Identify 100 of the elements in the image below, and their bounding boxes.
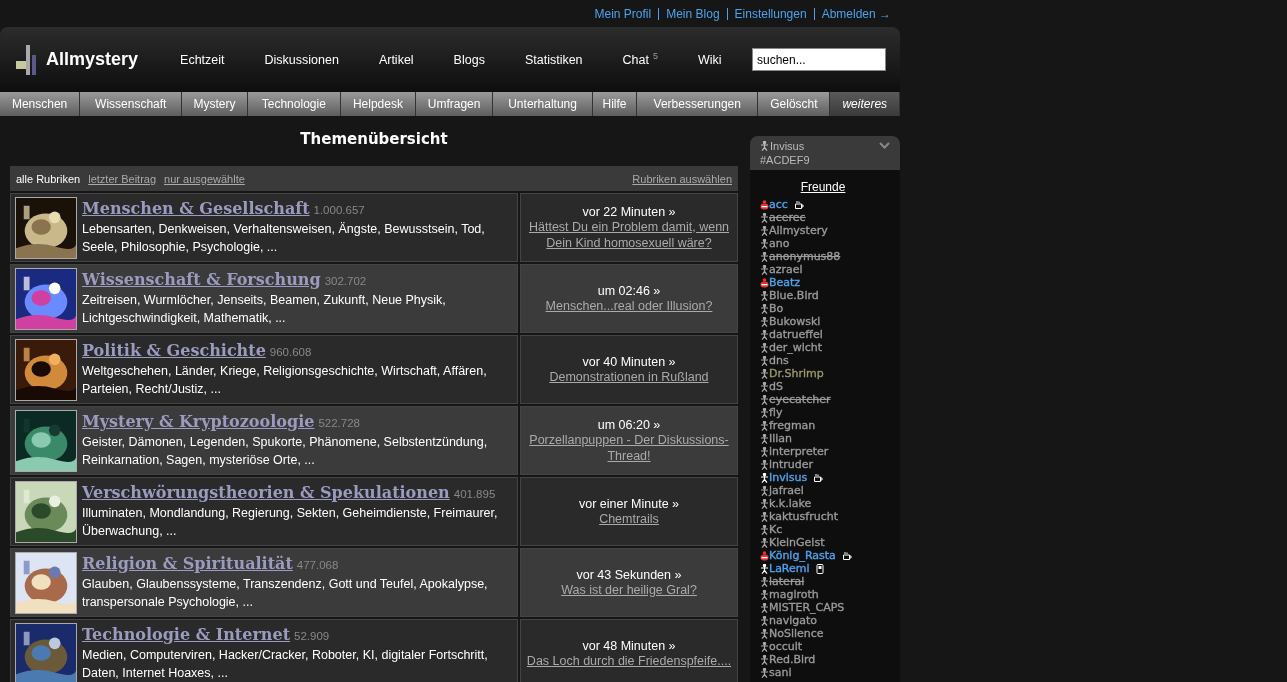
person-icon <box>760 407 769 418</box>
friend-name[interactable]: Bo <box>769 302 784 315</box>
person-icon <box>760 654 769 665</box>
category-description: Lebensarten, Denkweisen, Verhaltensweisen, Ängste, Bewusstsein, Tod, Seele, Philosophie, Psychologie, ... <box>82 221 486 256</box>
filter-link[interactable]: alle Rubriken <box>16 172 81 185</box>
nav-link[interactable]: Statistiken <box>524 52 583 67</box>
top-link[interactable]: Mein Blog <box>658 7 727 20</box>
friend-name[interactable]: interpreter <box>769 445 829 458</box>
top-link[interactable]: Mein Profil <box>587 7 659 20</box>
top-link[interactable]: Einstellungen <box>726 7 814 20</box>
friend-name[interactable]: Dr.Shrimp <box>769 367 824 380</box>
busy-icon <box>760 550 769 561</box>
busy-icon <box>760 277 769 288</box>
category-title[interactable]: Politik & Geschichte <box>82 341 266 360</box>
friend-name[interactable]: acerec <box>769 211 806 224</box>
nav-link[interactable]: Wiki <box>698 52 722 67</box>
friend-name[interactable]: navigato <box>769 614 818 627</box>
category-tab[interactable]: Hilfe <box>592 92 638 116</box>
friend-name[interactable]: k.k.lake <box>769 497 812 510</box>
post-link[interactable]: Demonstrationen in Rußland <box>549 368 709 385</box>
friend-name[interactable]: jafrael <box>769 484 804 497</box>
friend-name[interactable]: magiroth <box>769 588 819 601</box>
friend-name[interactable]: lateral <box>769 575 805 588</box>
friend-name[interactable]: azrael <box>769 263 803 276</box>
person-icon <box>760 141 769 151</box>
filter-link[interactable]: letzter Beitrag <box>88 172 157 185</box>
friend-name[interactable]: Kc <box>769 523 783 536</box>
person-icon <box>760 394 769 405</box>
friend-name[interactable]: sani <box>769 666 792 679</box>
category-title[interactable]: Religion & Spiritualität <box>82 554 293 573</box>
select-link[interactable]: Rubriken auswählen <box>632 172 732 185</box>
person-icon <box>760 316 769 327</box>
friend-name[interactable]: Bukowski <box>769 315 821 328</box>
site-logo[interactable]: Allmystery <box>46 49 139 70</box>
post-link[interactable]: Das Loch durch die Friedenspfeife.... <box>526 652 732 669</box>
chevron-icon[interactable] <box>879 142 890 150</box>
post-count: 401.895 <box>453 488 496 500</box>
friend-name[interactable]: kaktusfrucht <box>769 510 838 523</box>
category-title[interactable]: Technologie & Internet <box>82 625 291 644</box>
category-tab[interactable]: Umfragen <box>415 92 494 116</box>
filter-link[interactable]: nur ausgewählte <box>164 172 245 185</box>
friend-name[interactable]: acc <box>769 198 788 211</box>
person-icon <box>760 329 769 340</box>
friend-name[interactable]: KleinGeist <box>769 536 825 549</box>
category-title[interactable]: Mystery & Kryptozoologie <box>82 412 315 431</box>
friend-name[interactable]: Blue.Bird <box>769 289 819 302</box>
friend-name[interactable]: dns <box>769 354 789 367</box>
post-link[interactable]: Chemtrails <box>599 510 659 527</box>
friend-name[interactable]: anonymus88 <box>769 250 841 263</box>
category-tab[interactable]: Mystery <box>182 92 248 116</box>
friend-name[interactable]: intruder <box>769 458 814 471</box>
friend-name[interactable]: Ilian <box>769 432 793 445</box>
search-field[interactable]: suchen... <box>752 48 886 71</box>
nav-link[interactable]: Artikel <box>378 52 414 67</box>
post-link[interactable]: Porzellanpuppen - Der Diskussions-Thread! <box>525 431 733 464</box>
post-link[interactable]: Was ist der heilige Gral? <box>561 581 697 598</box>
category-tab[interactable]: Technologie <box>247 92 341 116</box>
friend-name[interactable]: Red.Bird <box>769 653 816 666</box>
category-title[interactable]: Wissenschaft & Forschung <box>82 270 321 289</box>
friend-name[interactable]: Beatz <box>769 276 801 289</box>
category-title[interactable]: Menschen & Gesellschaft <box>82 199 310 218</box>
person-icon <box>760 251 769 262</box>
category-description: Geister, Dämonen, Legenden, Spukorte, Phänomene, Selbstentzündung, Reinkarnation, Sagen, mysteriöse Orte, ... <box>82 434 489 469</box>
friend-name[interactable]: ano <box>769 237 790 250</box>
person-icon <box>760 615 769 626</box>
friends-heading[interactable]: Freunde <box>800 180 846 194</box>
friend-name[interactable]: der_wicht <box>769 341 823 354</box>
post-link[interactable]: Menschen...real oder Illusion? <box>545 297 713 314</box>
person-icon <box>760 485 769 496</box>
friend-name[interactable]: fregman <box>769 419 816 432</box>
category-title[interactable]: Verschwörungstheorien & Spekulationen <box>82 483 450 502</box>
friend-name[interactable]: dS <box>769 380 783 393</box>
cup-icon <box>813 472 824 483</box>
friend-name[interactable]: eyecatcher <box>769 393 831 406</box>
friend-name[interactable]: Invisus <box>769 471 808 484</box>
friend-name[interactable]: Allmystery <box>769 224 828 237</box>
friend-name[interactable]: LaRemi <box>769 562 810 575</box>
friend-name[interactable]: occult <box>769 640 803 653</box>
user-name[interactable]: Invisus <box>760 140 890 152</box>
cup-icon <box>793 199 804 210</box>
friend-name[interactable]: König_Rasta <box>769 549 836 562</box>
friend-name[interactable]: NoSilence <box>769 627 824 640</box>
post-time: vor 48 Minuten » <box>582 638 676 653</box>
nav-link[interactable]: Blogs <box>453 52 485 67</box>
friend-name[interactable]: datrueffel <box>769 328 823 341</box>
nav-link[interactable]: Diskussionen <box>264 52 339 67</box>
category-tab[interactable]: Helpdesk <box>340 92 416 116</box>
top-link[interactable]: Abmelden → <box>813 7 898 20</box>
person-icon <box>760 459 769 470</box>
category-tab[interactable]: Unterhaltung <box>493 92 593 116</box>
friend-name[interactable]: fly <box>769 406 783 419</box>
category-description: Zeitreisen, Wurmlöcher, Jenseits, Beamen, Zukunft, Neue Physik, Lichtgeschwindigkeit, Mathematik, ... <box>82 292 447 327</box>
more-tab[interactable]: weiteres <box>830 92 900 116</box>
post-link[interactable]: Hättest Du ein Problem damit, wenn Dein Kind homosexuell wäre? <box>525 218 733 251</box>
nav-link[interactable]: Chat $^{5}$ <box>622 51 658 68</box>
category-tab[interactable]: Verbesserungen <box>637 92 759 116</box>
category-tab[interactable]: Wissenschaft <box>80 92 183 116</box>
category-tab[interactable]: Menschen <box>0 92 81 116</box>
nav-link[interactable]: Echtzeit <box>180 52 225 67</box>
friend-name[interactable]: MISTER_CAPS <box>769 601 845 614</box>
